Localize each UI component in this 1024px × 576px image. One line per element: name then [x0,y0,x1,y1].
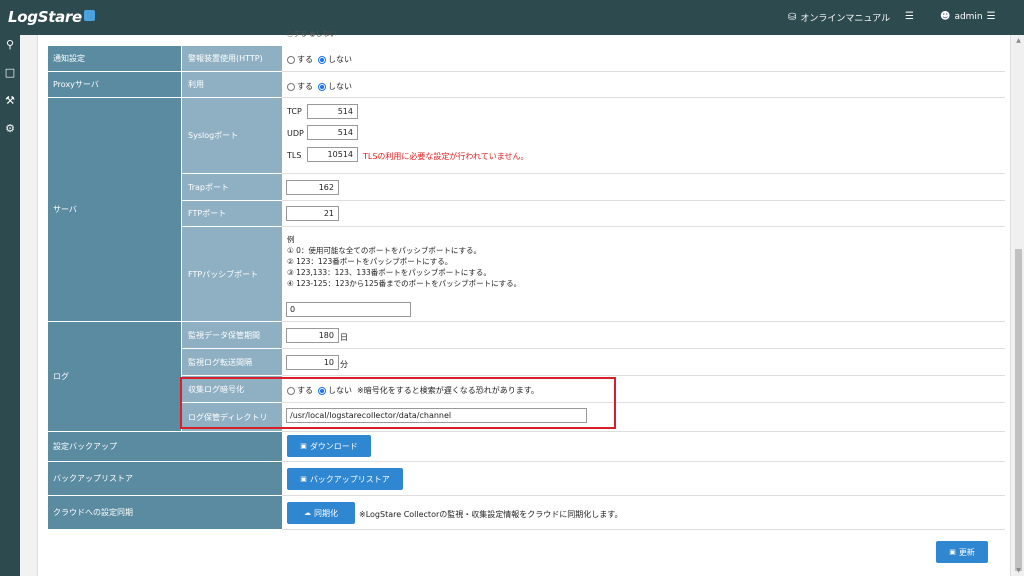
transfer-interval-value [282,349,1005,376]
ftp-passive-port-label: FTPパッシブポート [181,227,282,322]
tcp-label: TCP [287,107,302,116]
scrollbar[interactable]: ▲ ▼ [1013,35,1024,576]
wrench-icon[interactable]: ⚒ [3,94,17,108]
passive-port-input[interactable]: 0 [286,302,411,317]
menu-caret-icon: ☰ [986,11,996,22]
gears-icon[interactable]: ⚙ [3,122,17,136]
alarm-http-yes-label: する [297,55,313,64]
top-radio-fragment: ○する ◉しない [287,30,337,38]
proxy-no-radio[interactable] [318,82,326,91]
passive-example-3: ③ 123,133：123、133番ポートをパッシブポートにする。 [287,268,491,277]
proxy-server-label: Proxyサーバ [48,72,181,98]
log-encrypt-label: 収集ログ暗号化 [181,376,282,403]
log-encrypt-yes-label: する [297,386,313,395]
udp-port-input[interactable]: 514 [307,125,358,140]
list-menu-button[interactable]: ☰ [905,11,914,22]
retention-label: 監視データ保管期間 [181,322,282,349]
log-dir-input[interactable]: /usr/local/logstarecollector/data/channe… [286,408,587,423]
notify-settings-label: 通知設定 [48,46,181,72]
update-button[interactable]: ▣ 更新 [936,541,988,563]
alarm-http-label: 警報装置使用(HTTP) [181,46,282,72]
syslog-port-label: Syslogポート [181,98,282,174]
alarm-http-value [282,46,1005,72]
trap-port-input[interactable]: 162 [286,180,339,195]
server-label: サーバ [48,98,181,322]
tls-label: TLS [287,151,302,160]
log-encrypt-no-radio[interactable] [318,386,326,395]
log-dir-label: ログ保管ディレクトリ [181,403,282,432]
ftp-port-input[interactable]: 21 [286,206,339,221]
transfer-interval-label: 監視ログ転送間隔 [181,349,282,376]
download-button[interactable]: ▣ ダウンロード [287,435,371,457]
passive-example-title: 例 [287,235,295,244]
sync-button-label: 同期化 [314,508,338,518]
download-button-label: ダウンロード [309,441,358,451]
top-bar: LogStare ⛁ オンラインマニュアル ☰ ☻ admin ☰ [0,0,1024,35]
tls-port-input[interactable]: 10514 [307,147,358,162]
proxy-yes-label: する [297,82,313,91]
cloud-sync-label: クラウドへの設定同期 [48,496,282,530]
search-icon[interactable]: ⚲ [3,38,17,52]
alarm-http-no-label: しない [328,55,352,64]
floppy-disk-icon: ▣ [300,475,307,483]
backup-restore-button-label: バックアップリストア [309,474,390,484]
backup-value [282,432,1005,462]
passive-example-4: ④ 123-125：123から125番までのポートをパッシブポートにする。 [287,279,522,288]
retention-value [282,322,1005,349]
side-nav: ⚲ □ ⚒ ⚙ [0,35,20,576]
retention-unit: 日 [340,333,348,342]
user-name: admin [954,11,983,22]
alarm-http-radio-group: する しない [287,54,357,65]
database-icon: ⛁ [788,12,797,23]
user-icon: ☻ [940,11,951,22]
transfer-interval-unit: 分 [340,360,348,369]
transfer-interval-input[interactable]: 10 [286,355,339,370]
proxy-use-label: 利用 [181,72,282,98]
log-encrypt-note: ※暗号化をすると検索が遅くなる恐れがあります。 [357,386,539,395]
cloud-icon: ☁ [304,509,311,517]
user-menu[interactable]: ☻ admin ☰ [940,11,996,22]
alarm-http-yes-radio[interactable] [287,55,295,64]
proxy-radio-group: する しない [287,81,357,92]
scroll-thumb[interactable] [1015,249,1022,571]
floppy-disk-icon: ▣ [300,442,307,450]
sync-button[interactable]: ☁ 同期化 [287,502,355,524]
logo[interactable]: LogStare [8,8,95,26]
book-icon[interactable]: □ [3,66,17,80]
log-encrypt-no-label: しない [328,386,352,395]
proxy-yes-radio[interactable] [287,82,295,91]
logo-badge-icon [83,10,95,21]
ftp-port-value [282,201,1005,227]
online-manual-label: オンラインマニュアル [800,14,891,24]
scroll-down-arrow-icon[interactable]: ▼ [1015,567,1022,574]
restore-label: バックアップリストア [48,462,282,496]
udp-label: UDP [287,129,304,138]
trap-port-label: Trapポート [181,174,282,201]
scroll-up-arrow-icon[interactable]: ▲ [1015,37,1022,44]
retention-input[interactable]: 180 [286,328,339,343]
update-button-label: 更新 [958,547,975,557]
floppy-disk-icon: ▣ [949,548,956,556]
proxy-no-label: しない [328,82,352,91]
cloud-sync-note: ※LogStare Collectorの監視・収集設定情報をクラウドに同期化しま… [359,510,623,519]
logo-text: LogStare [8,8,82,26]
log-label: ログ [48,322,181,432]
trap-port-value [282,174,1005,201]
passive-example-2: ② 123：123番ポートをパッシブポートにする。 [287,257,453,266]
backup-label: 設定バックアップ [48,432,282,462]
proxy-use-value [282,72,1005,98]
list-icon: ☰ [905,11,914,22]
log-encrypt-radio-group: する しない ※暗号化をすると検索が遅くなる恐れがあります。 [287,385,539,396]
tls-warning: TLSの利用に必要な設定が行われていません。 [363,152,529,161]
passive-example-1: ① 0：使用可能な全てのポートをパッシブポートにする。 [287,246,481,255]
tcp-port-input[interactable]: 514 [307,104,358,119]
online-manual-link[interactable]: ⛁ オンラインマニュアル [788,11,890,24]
syslog-port-value [282,98,1005,174]
log-encrypt-yes-radio[interactable] [287,386,295,395]
ftp-port-label: FTPポート [181,201,282,227]
backup-restore-button[interactable]: ▣ バックアップリストア [287,468,403,490]
alarm-http-no-radio[interactable] [318,55,326,64]
